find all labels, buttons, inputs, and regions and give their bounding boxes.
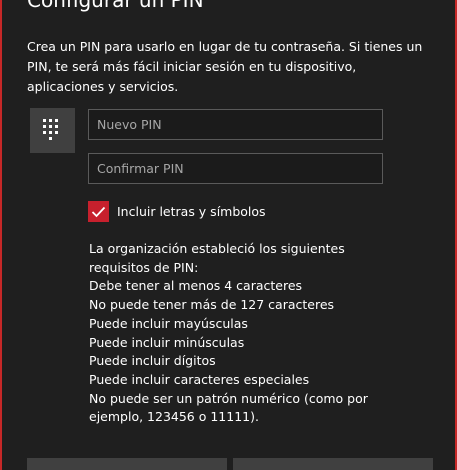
- set-pin-dialog: Configurar un PIN Crea un PIN para usarl…: [0, 0, 457, 470]
- dialog-description: Crea un PIN para usarlo en lugar de tu c…: [27, 39, 423, 94]
- cancel-button[interactable]: [233, 458, 433, 470]
- new-pin-input[interactable]: [88, 109, 383, 140]
- requirements-intro-line-2: requisitos de PIN:: [89, 259, 199, 275]
- keypad-icon: [30, 108, 75, 153]
- dialog-title: Configurar un PIN: [27, 0, 204, 12]
- requirement-no-pattern-line-1: No puede ser un patrón numérico (como po…: [89, 390, 368, 406]
- confirm-pin-input[interactable]: [88, 153, 383, 184]
- include-letters-option[interactable]: Incluir letras y símbolos: [88, 201, 266, 222]
- requirement-no-pattern-line-2: ejemplo, 123456 o 11111).: [89, 409, 259, 425]
- ok-button[interactable]: [27, 458, 227, 470]
- requirement-lowercase: Puede incluir minúsculas: [89, 334, 245, 350]
- requirements-intro-line-1: La organización estableció los siguiente…: [89, 241, 345, 256]
- requirement-special-chars: Puede incluir caracteres especiales: [89, 371, 310, 387]
- requirement-uppercase: Puede incluir mayúsculas: [89, 315, 248, 331]
- requirement-digits: Puede incluir dígitos: [89, 353, 216, 369]
- requirement-min-length: Debe tener al menos 4 caracteres: [89, 278, 303, 294]
- include-letters-checkbox[interactable]: [88, 201, 109, 222]
- pin-requirements: La organización estableció los siguiente…: [89, 240, 429, 427]
- checkmark-icon: [91, 206, 106, 217]
- include-letters-label: Incluir letras y símbolos: [117, 204, 266, 219]
- requirement-max-length: No puede tener más de 127 caracteres: [89, 297, 335, 313]
